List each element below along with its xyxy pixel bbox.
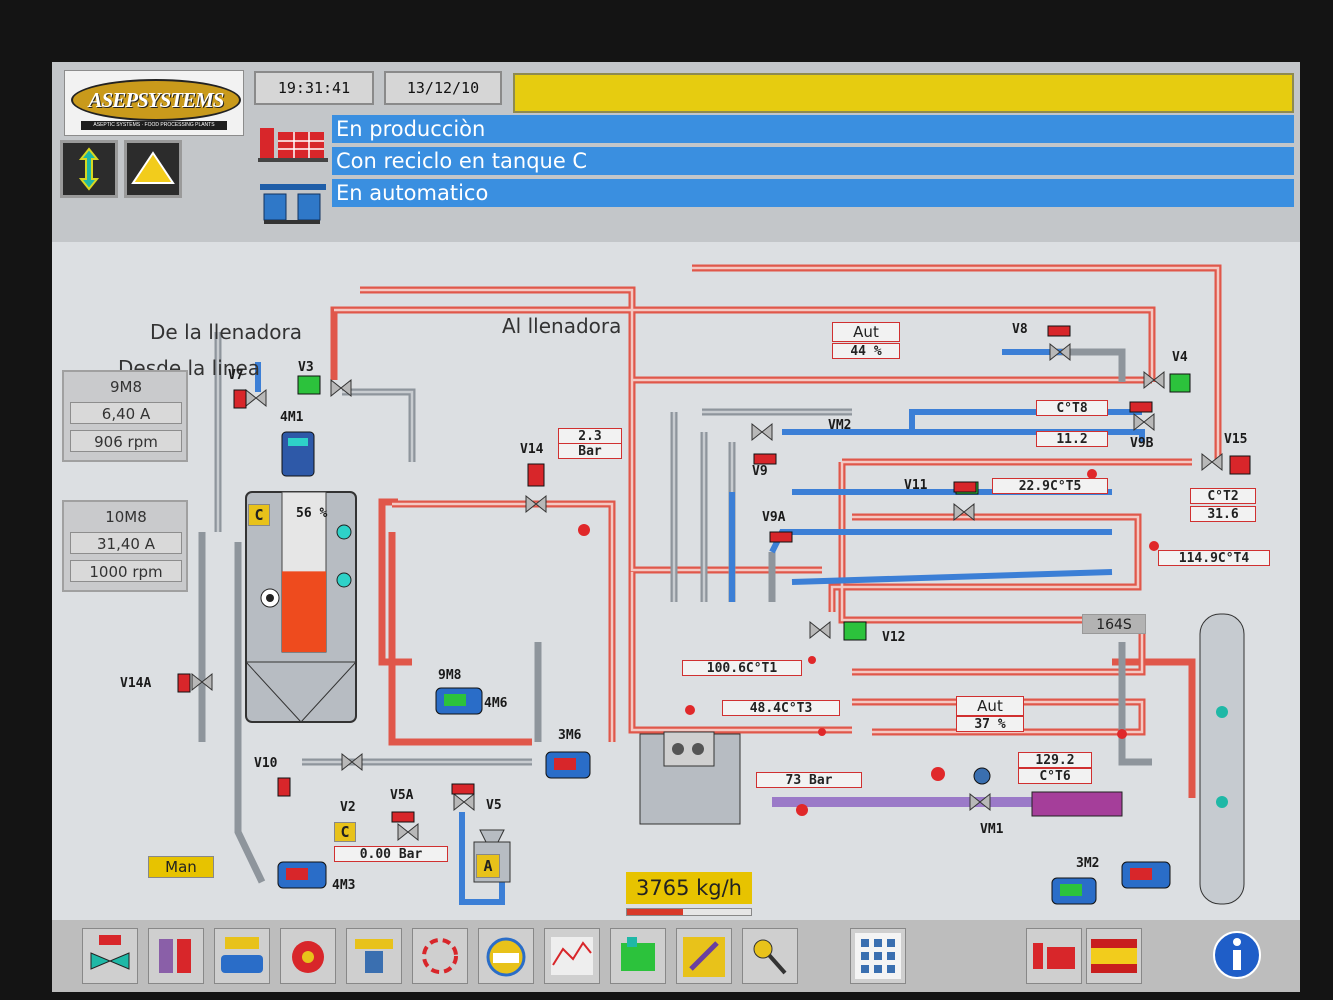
valve-v9b-label[interactable]: V9B — [1130, 436, 1153, 451]
valve-v12-label[interactable]: V12 — [882, 630, 905, 645]
pump-3m6-label[interactable]: 3M6 — [558, 728, 581, 743]
motor-10m8-current: 31,40 A — [70, 532, 182, 554]
label-de-llenadora: De la llenadora — [150, 320, 302, 344]
valve-v7-label[interactable]: V7 — [228, 368, 244, 383]
switch-page-button[interactable] — [60, 140, 118, 198]
temperature-t2-label: C°T2 — [1190, 488, 1256, 504]
pressure-tank-c: 0.00 Bar — [334, 846, 448, 862]
motor-10m8-speed: 1000 rpm — [70, 560, 182, 582]
valve-v14-label[interactable]: V14 — [520, 442, 543, 457]
keypad-icon[interactable] — [850, 928, 906, 984]
temperature-t8-label: C°T8 — [1036, 400, 1108, 416]
info-icon[interactable] — [1210, 928, 1266, 984]
temperature-t6-label: C°T6 — [1018, 768, 1092, 784]
valve-v11-label[interactable]: V11 — [904, 478, 927, 493]
hmi-screen: ASEPSYSTEMS ASEPTIC SYSTEMS · FOOD PROCE… — [52, 62, 1300, 992]
temperature-t4: 114.9C°T4 — [1158, 550, 1270, 566]
pressure-v14-value: 2.3 — [558, 428, 622, 444]
header-bar: ASEPSYSTEMS ASEPTIC SYSTEMS · FOOD PROCE… — [52, 62, 1300, 242]
pump-4m3-label[interactable]: 4M3 — [332, 878, 355, 893]
temperature-t2-value: 31.6 — [1190, 506, 1256, 522]
tank-c-level: 56 % — [296, 506, 328, 521]
process-diagram: De la llenadora Al llenadora Desde la li… — [52, 242, 1300, 920]
motor-9m8-current: 6,40 A — [70, 402, 182, 424]
counter-icon[interactable] — [478, 928, 534, 984]
clock-date: 13/12/10 — [384, 71, 502, 105]
valve-vm2-label[interactable]: VM2 — [828, 418, 851, 433]
tank-a-tag: A — [476, 854, 500, 878]
valve-aut-mode-2[interactable]: Aut — [956, 696, 1024, 716]
label-al-llenadora: Al llenadora — [502, 314, 622, 338]
clock-time: 19:31:41 — [254, 71, 374, 105]
valve-v2-label[interactable]: V2 — [340, 800, 356, 815]
flow-rate-bar-fill — [627, 909, 683, 915]
valve-vm1-label[interactable]: VM1 — [980, 822, 1003, 837]
temperature-t3: 48.4C°T3 — [722, 700, 840, 716]
pump-3m2-label[interactable]: 3M2 — [1076, 856, 1099, 871]
homogenizer-pressure: 73 Bar — [756, 772, 862, 788]
alarm-icon[interactable] — [280, 928, 336, 984]
up-down-arrow-icon — [78, 147, 100, 191]
valve-v15-label[interactable]: V15 — [1224, 432, 1247, 447]
logo-tagline: ASEPTIC SYSTEMS · FOOD PROCESSING PLANTS — [81, 121, 227, 130]
valve-v14a-label[interactable]: V14A — [120, 676, 151, 691]
valve-v8-label[interactable]: V8 — [1012, 322, 1028, 337]
valve-aut-pct-1: 44 % — [832, 343, 900, 359]
company-logo: ASEPSYSTEMS ASEPTIC SYSTEMS · FOOD PROCE… — [64, 70, 244, 136]
motor-4m1-label[interactable]: 4M1 — [280, 410, 303, 425]
lamp-icon[interactable] — [346, 928, 402, 984]
valve-aut-mode-1[interactable]: Aut — [832, 322, 900, 342]
key-icon[interactable] — [742, 928, 798, 984]
valve-v4-label[interactable]: V4 — [1172, 350, 1188, 365]
status-line-production: En producciòn — [332, 115, 1294, 143]
plant-icon[interactable] — [1026, 928, 1082, 984]
valve-v9-label[interactable]: V9 — [752, 464, 768, 479]
language-flag-icon[interactable] — [1086, 928, 1142, 984]
valve-v9a-label[interactable]: V9A — [762, 510, 785, 525]
valve-icon[interactable] — [82, 928, 138, 984]
alarm-message-bar[interactable] — [513, 73, 1294, 113]
pump-icon[interactable] — [214, 928, 270, 984]
recipe-icon[interactable] — [610, 928, 666, 984]
equipment-9m8-label[interactable]: 9M8 — [438, 668, 461, 683]
valve-v5-label[interactable]: V5 — [486, 798, 502, 813]
flow-rate: 3765 kg/h — [626, 872, 752, 904]
home-up-button[interactable] — [124, 140, 182, 198]
bottom-toolbar — [52, 920, 1300, 992]
temperature-t5: 22.9C°T5 — [992, 478, 1108, 494]
filler-icon — [258, 128, 328, 162]
temperature-t1: 100.6C°T1 — [682, 660, 802, 676]
status-line-mode: En automatico — [332, 179, 1294, 207]
cycle-icon[interactable] — [412, 928, 468, 984]
tanks-icon — [260, 184, 326, 224]
mode-manual-button[interactable]: Man — [148, 856, 214, 878]
temperature-t8-value: 11.2 — [1036, 431, 1108, 447]
motor-9m8-speed: 906 rpm — [70, 430, 182, 452]
status-line-recycle: Con reciclo en tanque C — [332, 147, 1294, 175]
c-tag: C — [334, 822, 356, 842]
tank-c-tag: C — [248, 504, 270, 526]
pressure-v14-unit: Bar — [558, 443, 622, 459]
logo-text: ASEPSYSTEMS — [88, 87, 225, 112]
valve-v3-label[interactable]: V3 — [298, 360, 314, 375]
valve-v5a-label[interactable]: V5A — [390, 788, 413, 803]
motor-9m8-name: 9M8 — [109, 378, 143, 396]
flow-rate-bar — [626, 908, 752, 916]
motor-panel-10m8[interactable]: 10M8 31,40 A 1000 rpm — [62, 500, 188, 592]
motor-10m8-name: 10M8 — [105, 508, 147, 526]
triangle-up-icon — [131, 151, 175, 184]
pump-4m6-label[interactable]: 4M6 — [484, 696, 507, 711]
valve-v10-label[interactable]: V10 — [254, 756, 277, 771]
motor-panel-9m8[interactable]: 9M8 6,40 A 906 rpm — [62, 370, 188, 462]
valve-aut-pct-2: 37 % — [956, 716, 1024, 732]
tools-icon[interactable] — [676, 928, 732, 984]
motor-icon[interactable] — [148, 928, 204, 984]
trend-chart-icon[interactable] — [544, 928, 600, 984]
holding-time: 164S — [1082, 614, 1146, 634]
temperature-t6-value: 129.2 — [1018, 752, 1092, 768]
